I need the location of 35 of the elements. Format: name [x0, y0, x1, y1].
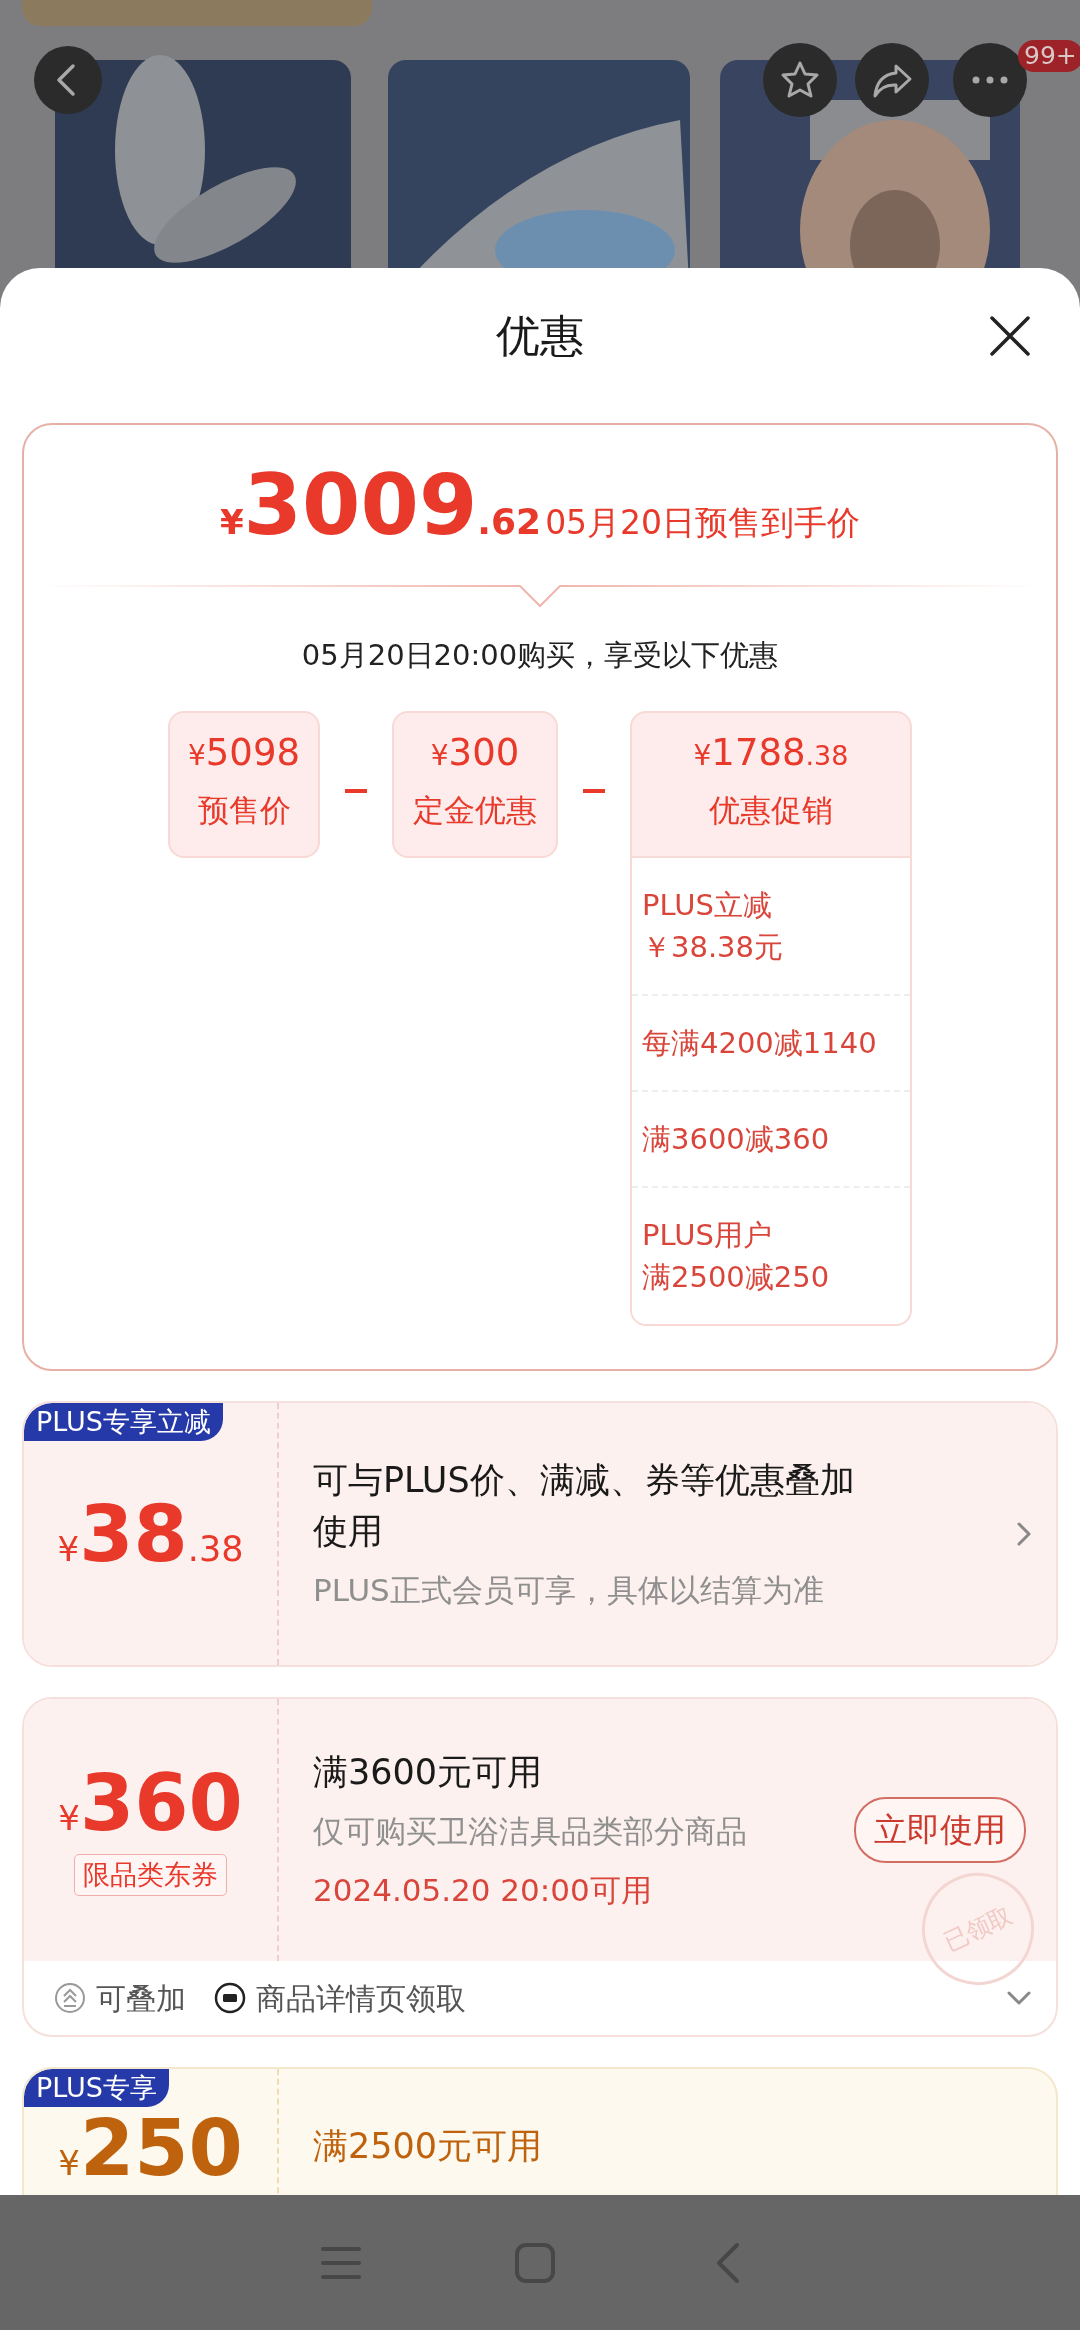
- valid-date: 2024.05.20 20:00可用: [313, 1870, 653, 1910]
- coupon-title: 满2500元可用: [313, 2125, 544, 2169]
- footer-text: 商品详情页领取: [256, 1979, 466, 2018]
- coupon-amount: ¥250: [58, 2109, 243, 2188]
- coupon-title: 满3600元可用: [313, 1751, 544, 1795]
- amount-text: ¥300: [429, 730, 521, 776]
- minus-icon: [583, 789, 605, 793]
- footer-text: 可叠加: [96, 1979, 186, 2018]
- amount-text: ¥1788.38: [692, 730, 850, 776]
- term-label: 定金优惠: [412, 791, 538, 831]
- term-label: 预售价: [196, 791, 292, 831]
- ticket-icon: [214, 1982, 246, 2015]
- price-text: ¥3009.62: [219, 463, 542, 547]
- purchase-note: 05月20日20:00购买，享受以下优惠: [300, 636, 780, 674]
- amount-text: ¥5098: [187, 730, 301, 776]
- coupon-note: 仅可购买卫浴洁具品类部分商品: [313, 1812, 748, 1852]
- promo-text: 每满4200减1140: [632, 994, 910, 1091]
- coupon-note: PLUS正式会员可享，具体以结算为准: [313, 1570, 825, 1610]
- sheet-title: 优惠: [496, 309, 584, 363]
- minus-icon: [345, 789, 367, 793]
- use-now-button[interactable]: 立即使用: [854, 1797, 1026, 1863]
- promo-text: PLUS立减 ￥38.38元: [641, 886, 785, 966]
- close-button[interactable]: [988, 314, 1032, 358]
- plus-tag: PLUS专享: [24, 2069, 169, 2108]
- promo-text: PLUS用户 满2500减250: [632, 1186, 910, 1325]
- plus-tag: PLUS专享立减: [24, 1403, 223, 1442]
- notification-badge: 99+: [1018, 40, 1080, 72]
- price-label: 05月20日预售到手价: [545, 502, 861, 544]
- scope-label: 限品类东券: [74, 1853, 227, 1897]
- coupon-title: 可与PLUS价、满减、券等优惠叠加使用: [313, 1459, 856, 1553]
- coupon-amount: ¥360: [58, 1763, 243, 1842]
- promo-text: 满3600减360: [632, 1090, 910, 1187]
- coupon-amount: ¥38.38: [57, 1495, 244, 1574]
- term-label: 优惠促销: [708, 791, 834, 831]
- stack-icon: [54, 1982, 86, 2015]
